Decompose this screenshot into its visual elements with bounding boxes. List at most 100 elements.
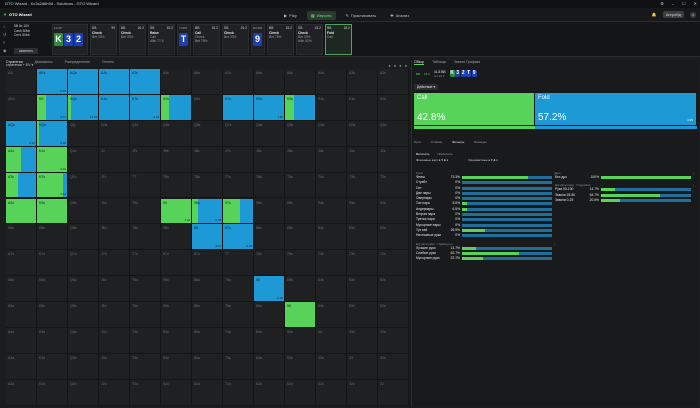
hand-cell[interactable]: K3s xyxy=(347,94,378,121)
hand-cell[interactable]: 83s xyxy=(347,224,378,251)
position-sub-action[interactable]: Call xyxy=(327,35,350,39)
position-card[interactable]: BB 15.2 Fold Call xyxy=(325,24,352,55)
hand-cell[interactable]: 93o xyxy=(161,353,192,380)
hand-cell[interactable]: 13.23 KQs xyxy=(68,94,99,121)
hand-cell[interactable]: 84s xyxy=(316,224,347,251)
hand-cell[interactable]: T2s xyxy=(378,172,409,199)
position-card[interactable]: SB 99 Check Bet 33% xyxy=(90,24,117,55)
brand-logo[interactable]: ▼ GTO Wizard xyxy=(3,12,32,17)
position-extra-action[interactable]: Allin 77.8 xyxy=(150,39,173,43)
hand-cell[interactable]: 96o xyxy=(161,276,192,303)
hand-cell[interactable]: A3s xyxy=(347,69,378,95)
board-river[interactable]: RIVER 9 xyxy=(251,24,265,55)
hand-cell[interactable]: 65o xyxy=(254,302,285,328)
hand-cell[interactable]: A2s xyxy=(378,69,409,95)
hand-cell[interactable]: J6o xyxy=(99,276,130,303)
position-card[interactable]: SB 15.2 Raise Call Allin 77.8 xyxy=(148,24,175,55)
hand-cell[interactable]: 97s xyxy=(223,198,254,225)
category-row[interactable]: Без дро 100% xyxy=(555,175,695,180)
category-row[interactable]: Мусорные руки 22.7% xyxy=(416,256,556,261)
hand-cell[interactable]: 72o xyxy=(223,379,254,406)
hand-cell[interactable]: 0.27 AQo xyxy=(6,120,37,147)
view-option-icon[interactable]: ● xyxy=(394,63,396,68)
tab-blockers[interactable]: Блокеры xyxy=(474,140,486,144)
hand-cell[interactable]: -0.04 AKs xyxy=(37,69,68,95)
hand-cell[interactable]: J4s xyxy=(316,146,347,173)
close-icon[interactable]: ✕ xyxy=(694,0,697,8)
hand-cell[interactable]: 0.71 KK xyxy=(37,94,68,121)
bell-icon[interactable]: 🔔 xyxy=(652,12,657,17)
hand-cell[interactable]: A5o xyxy=(6,302,37,328)
hand-cell[interactable]: 72s xyxy=(378,250,409,277)
hand-cell[interactable]: 94s xyxy=(316,198,347,225)
hand-cell[interactable]: 75o xyxy=(223,302,254,328)
hand-cell[interactable]: K5s xyxy=(285,94,316,121)
hand-cell[interactable]: 52o xyxy=(285,379,316,406)
action-dropdown[interactable]: Действие ▾ xyxy=(414,84,439,90)
hand-cell[interactable]: J6s xyxy=(254,146,285,173)
hand-cell[interactable]: 82o xyxy=(192,379,223,406)
hand-cell[interactable]: T5o xyxy=(130,302,161,328)
tab-exclude[interactable]: Исключить xyxy=(437,152,452,156)
hand-cell[interactable]: J2s xyxy=(378,146,409,173)
hand-cell[interactable]: J4o xyxy=(99,328,130,354)
hand-cell[interactable]: 73s xyxy=(347,250,378,277)
hand-cell[interactable]: Q7s xyxy=(223,120,254,147)
hand-cell[interactable]: T7o xyxy=(130,250,161,277)
hand-cell[interactable]: 95s xyxy=(285,198,316,225)
action-fold[interactable]: Fold 57.2% 4.95 xyxy=(535,93,696,125)
hand-cell[interactable]: T4o xyxy=(130,328,161,354)
flush-suits-filter[interactable]: Флешевые карт ♠ ♥ ♣ ♦ xyxy=(416,158,448,162)
hand-cell[interactable]: 83o xyxy=(192,353,223,380)
hand-cell[interactable]: A7o xyxy=(6,250,37,277)
hand-cell[interactable]: J5o xyxy=(99,302,130,328)
hand-cell[interactable]: Q4s xyxy=(316,120,347,147)
hand-cell[interactable]: T7s xyxy=(223,172,254,199)
nav-practice[interactable]: ✎ Практиковать xyxy=(342,11,381,20)
hand-cell[interactable]: Q3o xyxy=(68,353,99,380)
hand-cell[interactable]: 87o xyxy=(192,250,223,277)
hand-cell[interactable]: 95o xyxy=(161,302,192,328)
hand-cell[interactable]: 77 xyxy=(223,250,254,277)
hand-cell[interactable]: A4o xyxy=(6,328,37,354)
hand-cell[interactable]: A5s xyxy=(285,69,316,95)
hand-cell[interactable]: 42o xyxy=(316,379,347,406)
category-row[interactable]: Ничтожные руки 0% xyxy=(416,233,556,238)
hand-cell[interactable]: K2o xyxy=(37,379,68,406)
hand-cell[interactable]: QQ xyxy=(68,120,99,147)
hand-cell[interactable]: 42s xyxy=(378,328,409,354)
home-icon[interactable]: ⌂ xyxy=(3,24,12,29)
hand-cell[interactable]: 85s xyxy=(285,224,316,251)
hand-cell[interactable]: K7s xyxy=(223,94,254,121)
hand-cell[interactable]: A6s xyxy=(254,69,285,95)
hand-cell[interactable]: Q7o xyxy=(68,250,99,277)
hand-cell[interactable]: Q3s xyxy=(347,120,378,147)
suited-filter[interactable]: Одномастные ♠ ♥ ♣ ♦ xyxy=(468,158,498,162)
hand-cell[interactable]: ATo xyxy=(6,172,37,199)
hand-cell[interactable]: 32o xyxy=(347,379,378,406)
hand-cell[interactable]: T2o xyxy=(130,379,161,406)
hand-cell[interactable]: K7o xyxy=(37,250,68,277)
hand-cell[interactable]: 62o xyxy=(254,379,285,406)
hand-cell[interactable]: T6o xyxy=(130,276,161,303)
hand-cell[interactable]: T5s xyxy=(285,172,316,199)
hand-cell[interactable]: 55 xyxy=(285,302,316,328)
hand-cell[interactable]: 92s xyxy=(378,198,409,225)
hand-cell[interactable]: 64o xyxy=(254,328,285,354)
position-sub-action[interactable]: Bet 30% xyxy=(121,35,144,39)
hand-cell[interactable]: AA xyxy=(6,69,37,95)
position-extra-action[interactable]: Bet 75% xyxy=(195,39,218,43)
hand-cell[interactable]: 76s xyxy=(254,250,285,277)
hand-cell[interactable]: QTs xyxy=(130,120,161,147)
hand-cell[interactable]: Q4o xyxy=(68,328,99,354)
hand-cell[interactable]: J5s xyxy=(285,146,316,173)
hand-cell[interactable]: A3o xyxy=(6,353,37,380)
position-sub-action[interactable]: Bet 33% xyxy=(92,35,115,39)
hand-cell[interactable]: K5o xyxy=(37,302,68,328)
hand-cell[interactable]: A6o xyxy=(6,276,37,303)
hand-cell[interactable]: K9s xyxy=(161,94,192,121)
hand-cell[interactable]: J3s xyxy=(347,146,378,173)
view-option-icon[interactable]: ● xyxy=(399,63,401,68)
hand-cell[interactable]: 85o xyxy=(192,302,223,328)
tab-include[interactable]: Включить xyxy=(416,152,429,156)
